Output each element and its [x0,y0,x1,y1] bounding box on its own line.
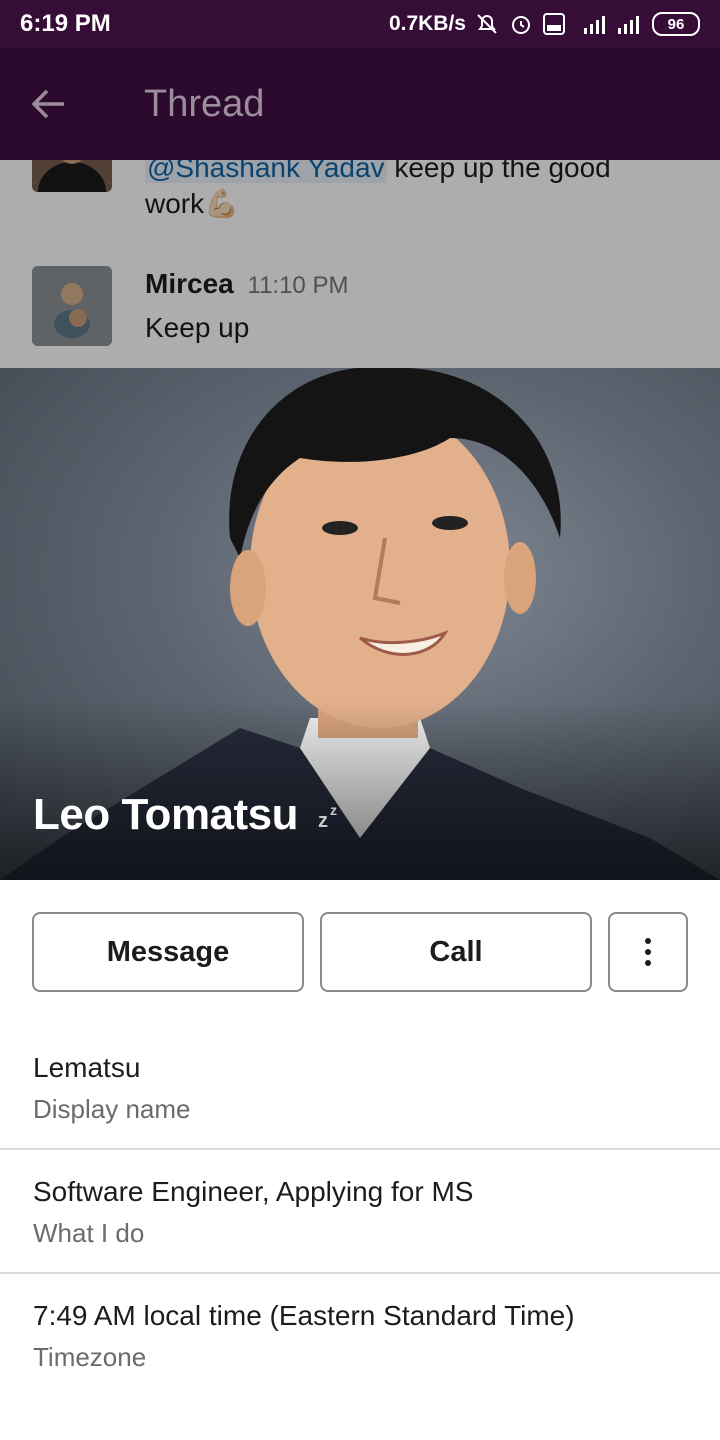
profile-name: Leo Tomatsu [33,790,299,839]
battery-icon: 96 [652,12,700,36]
more-button[interactable] [608,912,688,992]
status-indicators: 0.7KB/s 96 [389,11,700,37]
back-button[interactable] [30,74,110,134]
scrim[interactable] [0,160,720,368]
status-bar: 6:19 PM 0.7KB/s 96 [0,0,720,48]
display-name-row: Lematsu Display name [0,1024,720,1148]
field-value: Software Engineer, Applying for MS [33,1176,474,1207]
message-button[interactable]: Message [32,912,304,992]
alarm-icon [508,11,534,37]
signal-4g-icon [574,12,608,36]
app-bar: Thread [0,48,720,160]
profile-name-row: Leo Tomatsu zz [33,790,344,840]
svg-text:z: z [318,810,328,831]
signal-icon [616,12,644,36]
more-vertical-icon [645,938,651,966]
arrow-left-icon [31,89,64,119]
mute-bell-icon [474,11,500,37]
network-speed: 0.7KB/s [388,12,466,35]
field-value: 7:49 AM local time (Eastern Standard Tim… [33,1300,575,1331]
field-label: Display name [33,1094,191,1124]
svg-text:z: z [330,803,337,818]
page-title: Thread [144,82,265,125]
profile-photo: Leo Tomatsu zz [0,368,720,880]
volte-icon [542,12,566,36]
call-button[interactable]: Call [320,912,592,992]
timezone-row: 7:49 AM local time (Eastern Standard Tim… [0,1274,720,1398]
status-time: 6:19 PM [20,10,111,37]
field-value: Lematsu [33,1052,141,1083]
profile-actions: Message Call [32,912,688,992]
sleep-zz-icon: zz [316,802,344,837]
what-i-do-row: Software Engineer, Applying for MS What … [0,1150,720,1274]
field-label: What I do [33,1218,145,1248]
field-label: Timezone [33,1342,147,1372]
